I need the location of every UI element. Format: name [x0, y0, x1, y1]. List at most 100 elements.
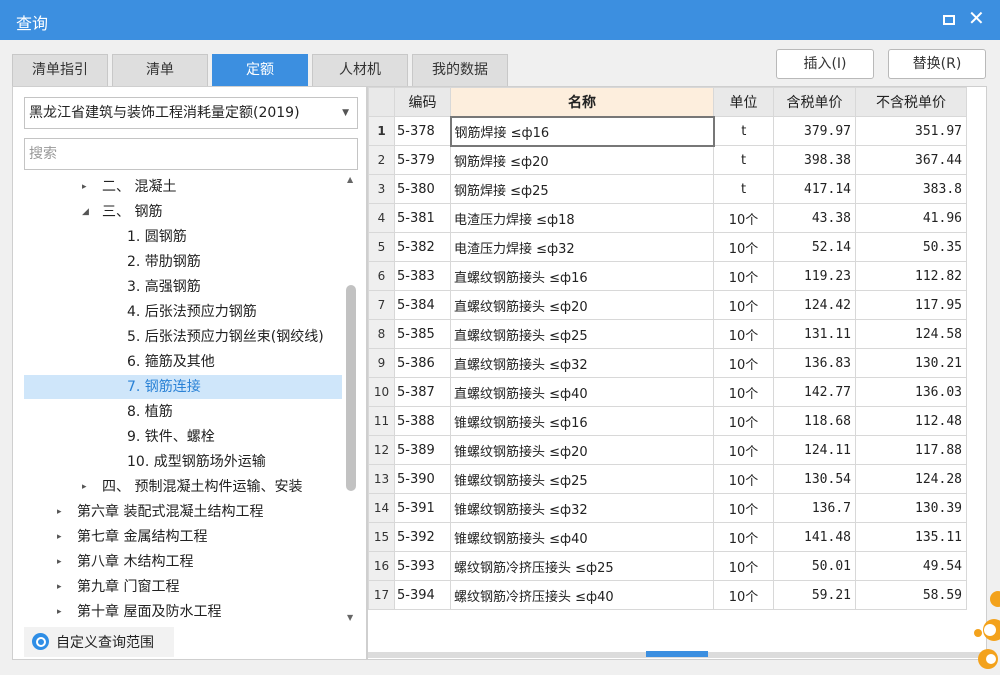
cell-price-without-tax[interactable]: 41.96 — [855, 203, 967, 233]
cell-code[interactable]: 5-379 — [394, 145, 451, 175]
cell-price-without-tax[interactable]: 49.54 — [855, 551, 967, 581]
cell-name[interactable]: 直螺纹钢筋接头 ≤ф16 — [450, 261, 714, 291]
tree-item[interactable]: ▸ 四、 预制混凝土构件运输、安装 — [24, 475, 342, 499]
cell-name[interactable]: 电渣压力焊接 ≤ф18 — [450, 203, 714, 233]
cell-name[interactable]: 钢筋焊接 ≤ф16 — [449, 115, 715, 147]
cell-price-with-tax[interactable]: 119.23 — [773, 261, 856, 291]
cell-price-without-tax[interactable]: 130.21 — [855, 348, 967, 378]
expand-arrow-icon[interactable]: ▸ — [57, 600, 62, 624]
expand-arrow-icon[interactable]: ▸ — [57, 575, 62, 599]
tree-item[interactable]: 4. 后张法预应力钢筋 — [24, 300, 342, 324]
cell-name[interactable]: 锥螺纹钢筋接头 ≤ф40 — [450, 522, 714, 552]
column-header-name[interactable]: 名称 — [450, 87, 714, 117]
scrollbar-thumb[interactable] — [346, 285, 356, 491]
cell-unit[interactable]: 10个 — [713, 435, 774, 465]
tree-item[interactable]: 1. 圆钢筋 — [24, 225, 342, 249]
cell-price-with-tax[interactable]: 43.38 — [773, 203, 856, 233]
cell-price-with-tax[interactable]: 417.14 — [773, 174, 856, 204]
expand-arrow-icon[interactable]: ▸ — [82, 475, 87, 499]
cell-code[interactable]: 5-389 — [394, 435, 451, 465]
scroll-down-icon[interactable]: ▼ — [347, 613, 353, 622]
cell-name[interactable]: 钢筋焊接 ≤ф20 — [450, 145, 714, 175]
expand-arrow-icon[interactable]: ▸ — [82, 175, 87, 199]
cell-price-with-tax[interactable]: 136.83 — [773, 348, 856, 378]
column-header-unit[interactable]: 单位 — [713, 87, 774, 117]
cell-code[interactable]: 5-390 — [394, 464, 451, 494]
cell-price-without-tax[interactable]: 124.58 — [855, 319, 967, 349]
cell-price-without-tax[interactable]: 117.88 — [855, 435, 967, 465]
table-row[interactable]: 12 5-389 锥螺纹钢筋接头 ≤ф20 10个 124.11 117.88 — [368, 435, 967, 465]
cell-price-with-tax[interactable]: 379.97 — [773, 116, 856, 146]
tab-labor-material-machine[interactable]: 人材机 — [312, 54, 408, 86]
expand-arrow-icon[interactable]: ▸ — [57, 525, 62, 549]
cell-price-with-tax[interactable]: 141.48 — [773, 522, 856, 552]
panel-splitter[interactable] — [368, 651, 986, 658]
cell-price-without-tax[interactable]: 58.59 — [855, 580, 967, 610]
tree-item[interactable]: 2. 带肋钢筋 — [24, 250, 342, 274]
cell-price-without-tax[interactable]: 112.82 — [855, 261, 967, 291]
cell-price-without-tax[interactable]: 351.97 — [855, 116, 967, 146]
cell-unit[interactable]: 10个 — [713, 551, 774, 581]
insert-button[interactable]: 插入(I) — [776, 49, 874, 79]
table-row[interactable]: 2 5-379 钢筋焊接 ≤ф20 t 398.38 367.44 — [368, 145, 967, 175]
tree-item[interactable]: ▸ 第七章 金属结构工程 — [24, 525, 342, 549]
table-row[interactable]: 10 5-387 直螺纹钢筋接头 ≤ф40 10个 142.77 136.03 — [368, 377, 967, 407]
tree-item[interactable]: ▸ 第九章 门窗工程 — [24, 575, 342, 599]
tab-quota[interactable]: 定额 — [212, 54, 308, 86]
cell-unit[interactable]: 10个 — [713, 406, 774, 436]
cell-price-with-tax[interactable]: 131.11 — [773, 319, 856, 349]
tree-item[interactable]: 10. 成型钢筋场外运输 — [24, 450, 342, 474]
cell-price-with-tax[interactable]: 142.77 — [773, 377, 856, 407]
collapse-arrow-icon[interactable]: ◢ — [82, 200, 89, 224]
cell-name[interactable]: 锥螺纹钢筋接头 ≤ф32 — [450, 493, 714, 523]
cell-code[interactable]: 5-387 — [394, 377, 451, 407]
cell-code[interactable]: 5-388 — [394, 406, 451, 436]
custom-scope-button[interactable]: 自定义查询范围 — [24, 627, 174, 657]
table-row[interactable]: 3 5-380 钢筋焊接 ≤ф25 t 417.14 383.8 — [368, 174, 967, 204]
cell-code[interactable]: 5-394 — [394, 580, 451, 610]
cell-code[interactable]: 5-391 — [394, 493, 451, 523]
tree-item[interactable]: ◢ 三、 钢筋 — [24, 200, 342, 224]
cell-code[interactable]: 5-393 — [394, 551, 451, 581]
tree-item[interactable]: ▸ 第六章 装配式混凝土结构工程 — [24, 500, 342, 524]
tree-item[interactable]: 5. 后张法预应力钢丝束(钢绞线) — [24, 325, 342, 349]
expand-arrow-icon[interactable]: ▸ — [57, 550, 62, 574]
cell-code[interactable]: 5-386 — [394, 348, 451, 378]
expand-arrow-icon[interactable]: ▸ — [57, 500, 62, 524]
cell-name[interactable]: 直螺纹钢筋接头 ≤ф20 — [450, 290, 714, 320]
cell-code[interactable]: 5-384 — [394, 290, 451, 320]
cell-price-with-tax[interactable]: 52.14 — [773, 232, 856, 262]
cell-code[interactable]: 5-392 — [394, 522, 451, 552]
cell-name[interactable]: 直螺纹钢筋接头 ≤ф40 — [450, 377, 714, 407]
table-row[interactable]: 11 5-388 锥螺纹钢筋接头 ≤ф16 10个 118.68 112.48 — [368, 406, 967, 436]
cell-name[interactable]: 直螺纹钢筋接头 ≤ф32 — [450, 348, 714, 378]
replace-button[interactable]: 替换(R) — [888, 49, 986, 79]
table-row[interactable]: 1 5-378 钢筋焊接 ≤ф16 t 379.97 351.97 — [368, 115, 967, 147]
tree-item-selected[interactable]: 7. 钢筋连接 — [24, 375, 342, 399]
tree-item[interactable]: ▸ 第八章 木结构工程 — [24, 550, 342, 574]
library-select[interactable]: 黑龙江省建筑与装饰工程消耗量定额(2019) ▼ — [24, 97, 358, 129]
tree-item[interactable]: 9. 铁件、螺栓 — [24, 425, 342, 449]
table-row[interactable]: 9 5-386 直螺纹钢筋接头 ≤ф32 10个 136.83 130.21 — [368, 348, 967, 378]
cell-unit[interactable]: 10个 — [713, 290, 774, 320]
cell-unit[interactable]: 10个 — [713, 522, 774, 552]
cell-price-without-tax[interactable]: 367.44 — [855, 145, 967, 175]
table-row[interactable]: 5 5-382 电渣压力焊接 ≤ф32 10个 52.14 50.35 — [368, 232, 967, 262]
cell-unit[interactable]: 10个 — [713, 377, 774, 407]
table-row[interactable]: 4 5-381 电渣压力焊接 ≤ф18 10个 43.38 41.96 — [368, 203, 967, 233]
tab-my-data[interactable]: 我的数据 — [412, 54, 508, 86]
cell-price-with-tax[interactable]: 59.21 — [773, 580, 856, 610]
table-row[interactable]: 15 5-392 锥螺纹钢筋接头 ≤ф40 10个 141.48 135.11 — [368, 522, 967, 552]
cell-price-without-tax[interactable]: 117.95 — [855, 290, 967, 320]
cell-price-with-tax[interactable]: 398.38 — [773, 145, 856, 175]
splitter-handle[interactable] — [646, 651, 708, 657]
cell-price-with-tax[interactable]: 130.54 — [773, 464, 856, 494]
cell-code[interactable]: 5-381 — [394, 203, 451, 233]
chevron-down-icon[interactable]: ▼ — [342, 98, 349, 128]
table-row[interactable]: 8 5-385 直螺纹钢筋接头 ≤ф25 10个 131.11 124.58 — [368, 319, 967, 349]
cell-unit[interactable]: 10个 — [713, 580, 774, 610]
scroll-up-icon[interactable]: ▲ — [347, 175, 353, 184]
cell-name[interactable]: 锥螺纹钢筋接头 ≤ф25 — [450, 464, 714, 494]
table-row[interactable]: 6 5-383 直螺纹钢筋接头 ≤ф16 10个 119.23 112.82 — [368, 261, 967, 291]
cell-unit[interactable]: t — [713, 145, 774, 175]
